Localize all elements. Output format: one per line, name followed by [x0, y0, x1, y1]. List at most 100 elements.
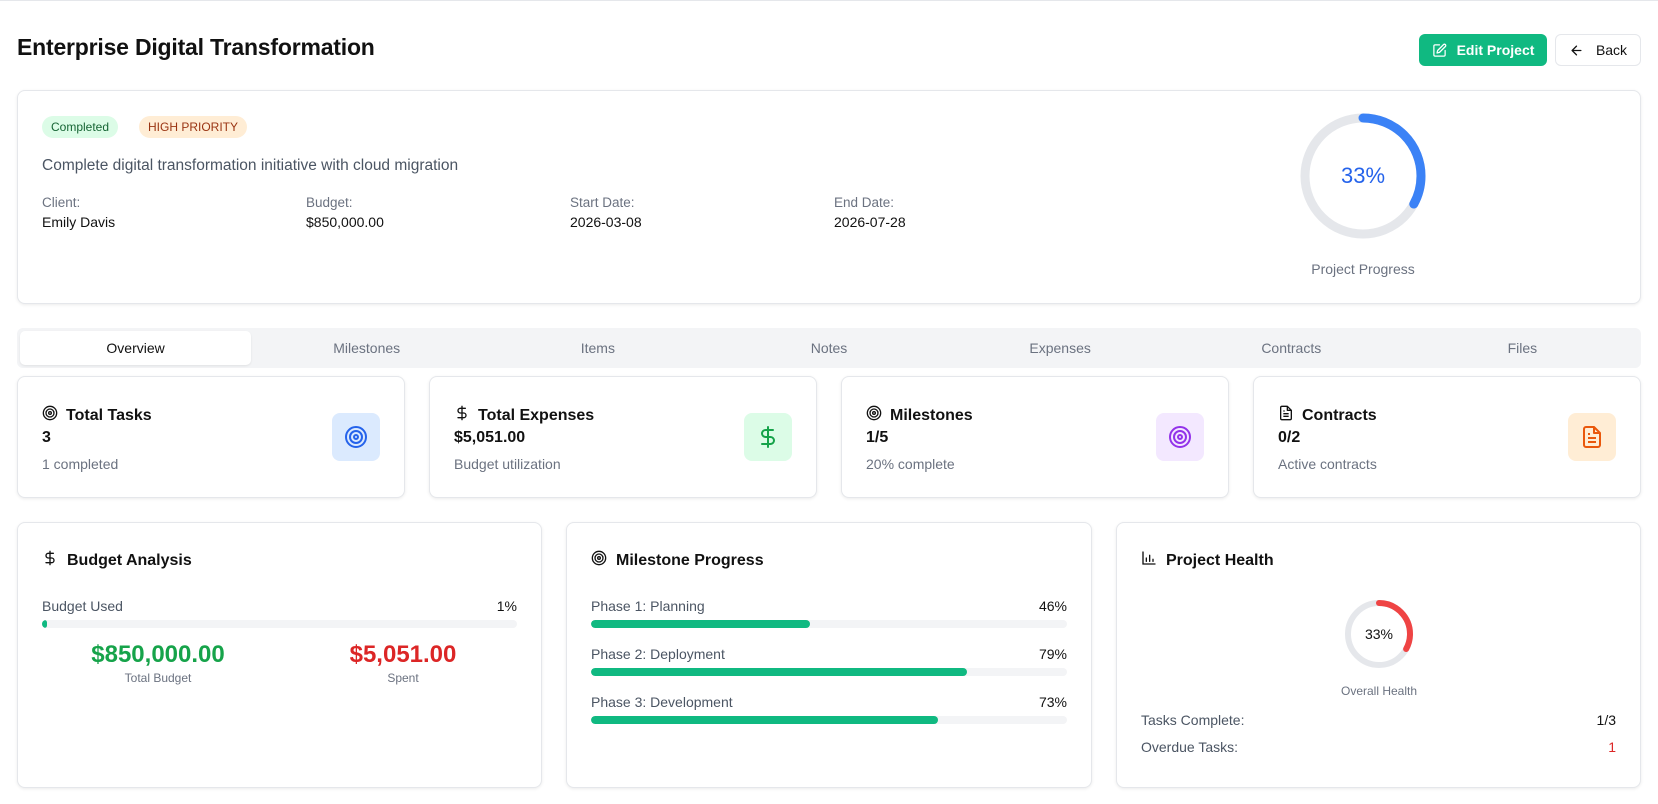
total-expenses-header: Total Expenses — [454, 405, 594, 426]
overdue-tasks-label: Overdue Tasks: — [1141, 739, 1239, 755]
spent-value: $5,051.00 — [349, 641, 457, 668]
milestone-progress-card: Milestone Progress Phase 1: Planning 46%… — [566, 522, 1092, 788]
target-icon — [42, 405, 58, 426]
top-border — [0, 0, 1658, 1]
total-budget-value: $850,000.00 — [91, 641, 225, 668]
tasks-complete-value: 1/3 — [1596, 712, 1616, 728]
target-icon — [866, 405, 882, 426]
milestones-sub: 20% complete — [866, 456, 955, 472]
total-expenses-sub: Budget utilization — [454, 456, 561, 472]
back-label: Back — [1595, 42, 1628, 58]
milestone-fill — [591, 620, 810, 628]
total-tasks-header: Total Tasks — [42, 405, 152, 426]
milestone-label: Phase 2: Deployment — [591, 646, 725, 662]
spent-block: $5,051.00 Spent — [293, 641, 513, 685]
budget-analysis-card: Budget Analysis Budget Used 1% $850,000.… — [17, 522, 542, 788]
total-tasks-card: Total Tasks 3 1 completed — [17, 376, 405, 498]
target-icon — [591, 550, 607, 571]
contracts-value: 0/2 — [1278, 429, 1301, 446]
project-health-card: Project Health 33% Overall Health Tasks … — [1116, 522, 1641, 788]
project-health-header: Project Health — [1141, 550, 1274, 571]
tab-items[interactable]: Items — [482, 331, 713, 365]
edit-project-button[interactable]: Edit Project — [1419, 34, 1547, 66]
total-tasks-value: 3 — [42, 429, 51, 446]
client-field: Client: Emily Davis — [42, 195, 115, 230]
milestone-label: Phase 3: Development — [591, 694, 733, 710]
arrow-left-icon — [1569, 43, 1584, 58]
project-progress-percent: 33% — [1340, 163, 1386, 188]
dollar-icon — [42, 550, 58, 571]
dollar-icon — [454, 405, 470, 426]
milestone-percent: 46% — [1038, 598, 1067, 614]
total-budget-label: Total Budget — [124, 671, 192, 685]
document-icon — [1278, 405, 1294, 426]
health-percent: 33% — [1364, 626, 1394, 642]
document-icon — [1568, 413, 1616, 461]
edit-icon — [1432, 43, 1447, 58]
budget-field: Budget: $850,000.00 — [306, 195, 384, 230]
project-summary-card: Completed HIGH PRIORITY Complete digital… — [17, 90, 1641, 304]
tab-files[interactable]: Files — [1407, 331, 1638, 365]
budget-value: $850,000.00 — [306, 214, 384, 230]
dollar-icon — [744, 413, 792, 461]
status-badge: Completed — [42, 116, 119, 138]
contracts-title: Contracts — [1302, 406, 1377, 424]
health-caption: Overall Health — [1340, 684, 1418, 698]
budget-analysis-header: Budget Analysis — [42, 550, 192, 571]
tab-notes[interactable]: Notes — [713, 331, 944, 365]
overdue-tasks-value: 1 — [1608, 739, 1616, 755]
milestone-label: Phase 1: Planning — [591, 598, 705, 614]
start-date-field: Start Date: 2026-03-08 — [570, 195, 642, 230]
budget-used-track — [42, 620, 517, 628]
tab-bar: Overview Milestones Items Notes Expenses… — [17, 328, 1641, 368]
project-progress-caption: Project Progress — [1311, 261, 1415, 277]
milestones-header: Milestones — [866, 405, 973, 426]
tasks-complete-label: Tasks Complete: — [1141, 712, 1245, 728]
edit-project-label: Edit Project — [1456, 42, 1535, 58]
milestones-card: Milestones 1/5 20% complete — [841, 376, 1229, 498]
milestones-value: 1/5 — [866, 429, 889, 446]
client-value: Emily Davis — [42, 214, 116, 230]
total-expenses-value: $5,051.00 — [454, 429, 526, 446]
milestone-fill — [591, 668, 968, 676]
client-label: Client: — [42, 195, 81, 210]
budget-analysis-title: Budget Analysis — [67, 551, 192, 569]
total-expenses-card: Total Expenses $5,051.00 Budget utilizat… — [429, 376, 817, 498]
end-date-field: End Date: 2026-07-28 — [834, 195, 906, 230]
milestone-fill — [591, 716, 939, 724]
target-icon — [332, 413, 380, 461]
start-date-value: 2026-03-08 — [570, 214, 642, 230]
budget-used-fill — [42, 620, 47, 628]
milestone-track — [591, 620, 1067, 628]
tab-milestones[interactable]: Milestones — [251, 331, 482, 365]
milestone-track — [591, 668, 1067, 676]
budget-used-percent: 1% — [496, 598, 517, 614]
priority-badge: HIGH PRIORITY — [139, 116, 248, 138]
total-expenses-title: Total Expenses — [478, 406, 595, 424]
target-icon — [1156, 413, 1204, 461]
milestone-progress-title: Milestone Progress — [616, 551, 764, 569]
budget-label: Budget: — [306, 195, 353, 210]
tab-overview[interactable]: Overview — [20, 331, 252, 365]
bar-chart-icon — [1141, 550, 1157, 571]
back-button[interactable]: Back — [1555, 34, 1641, 66]
total-tasks-sub: 1 completed — [42, 456, 119, 472]
milestone-percent: 79% — [1038, 646, 1067, 662]
end-date-label: End Date: — [834, 195, 895, 210]
project-health-title: Project Health — [1166, 551, 1274, 569]
tab-contracts[interactable]: Contracts — [1176, 331, 1407, 365]
milestone-percent: 73% — [1038, 694, 1067, 710]
end-date-value: 2026-07-28 — [834, 214, 906, 230]
total-budget-block: $850,000.00 Total Budget — [48, 641, 268, 685]
project-description: Complete digital transformation initiati… — [42, 157, 459, 174]
contracts-card: Contracts 0/2 Active contracts — [1253, 376, 1641, 498]
start-date-label: Start Date: — [570, 195, 635, 210]
total-tasks-title: Total Tasks — [66, 406, 152, 424]
milestone-track — [591, 716, 1067, 724]
milestone-progress-header: Milestone Progress — [591, 550, 764, 571]
contracts-sub: Active contracts — [1278, 456, 1377, 472]
tab-expenses[interactable]: Expenses — [945, 331, 1176, 365]
milestones-title: Milestones — [890, 406, 973, 424]
budget-used-label: Budget Used — [42, 598, 123, 614]
spent-label: Spent — [387, 671, 419, 685]
